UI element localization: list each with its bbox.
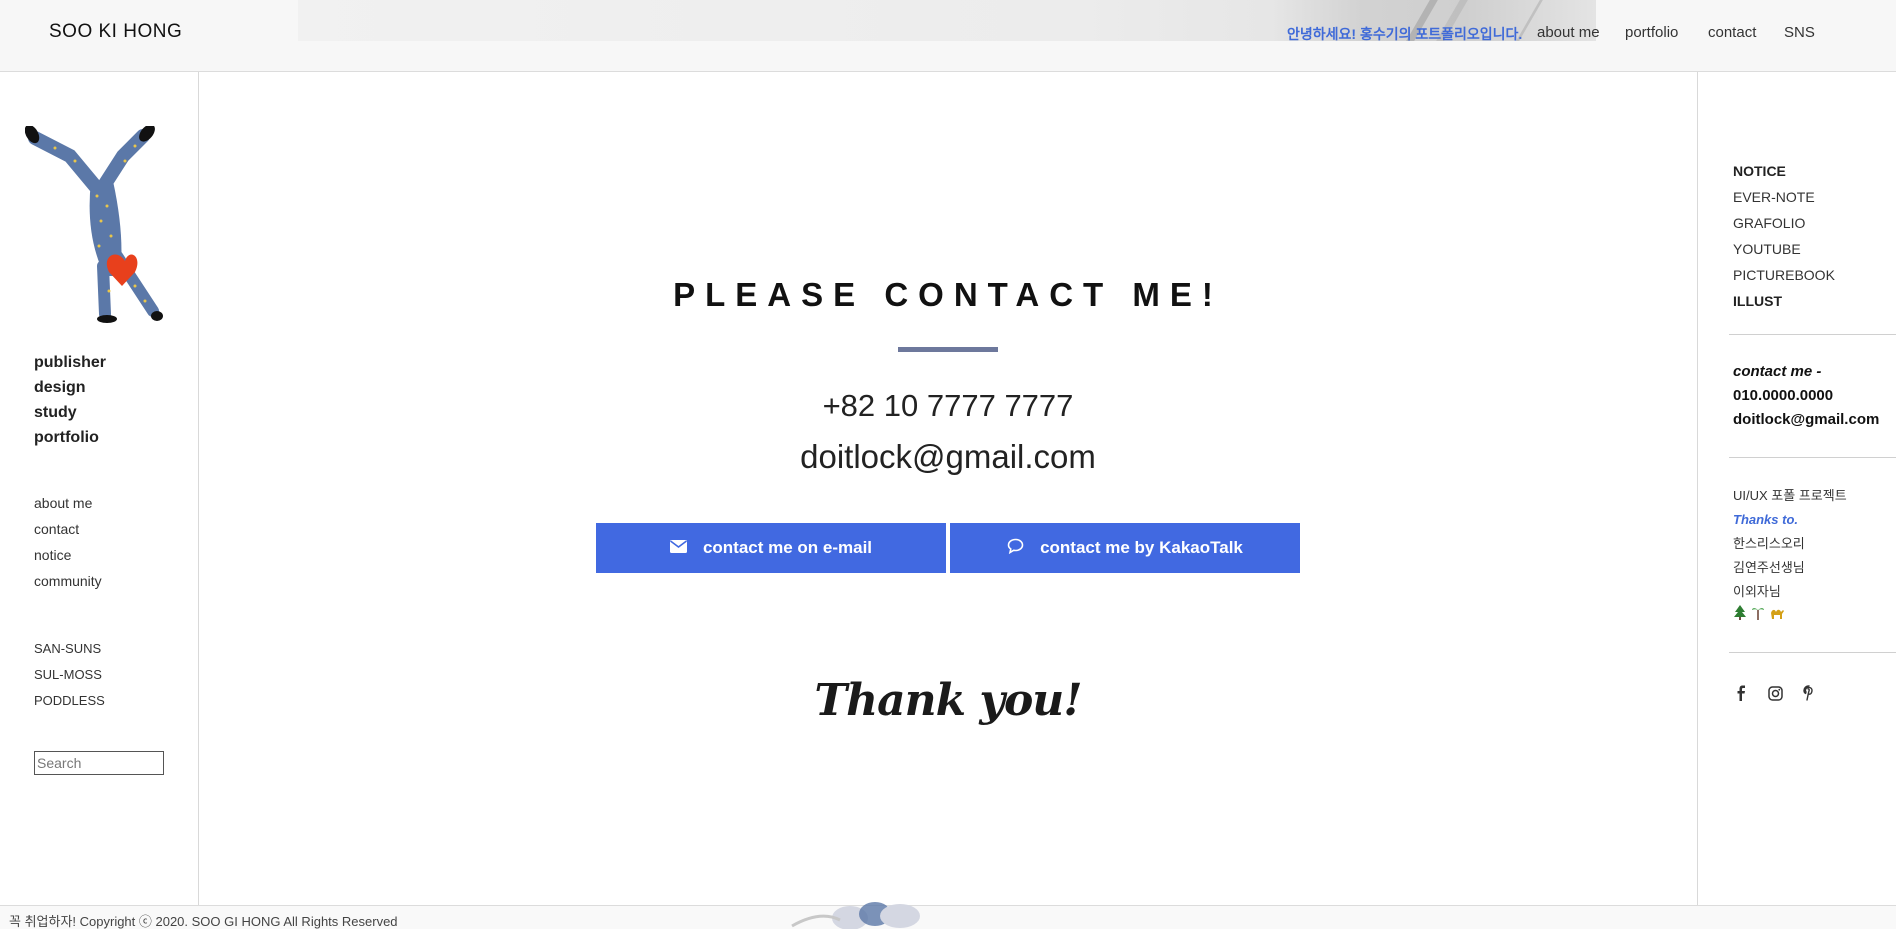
credits-thanks: Thanks to.	[1733, 512, 1799, 527]
tree-icon	[1733, 604, 1747, 628]
contact-phone: 010.0000.0000	[1733, 387, 1834, 404]
link-youtube[interactable]: YOUTUBE	[1733, 236, 1835, 262]
copyright-text: 꼭 취업하자! Copyright ⓒ 2020. SOO GI HONG Al…	[9, 914, 398, 929]
credits-title: UI/UX 포폴 프로젝트	[1733, 488, 1847, 503]
category-portfolio[interactable]: portfolio	[34, 425, 106, 450]
title-underline	[898, 347, 998, 352]
link-grafolio[interactable]: GRAFOLIO	[1733, 210, 1835, 236]
facebook-icon[interactable]	[1733, 684, 1749, 702]
credits-name: 김연주선생님	[1733, 560, 1805, 575]
credits-name: 한스리스오리	[1733, 536, 1805, 551]
link-ever-note[interactable]: EVER-NOTE	[1733, 184, 1835, 210]
project-sul-moss[interactable]: SUL-MOSS	[34, 662, 105, 688]
contact-email-label: contact me on e-mail	[702, 538, 873, 557]
right-sidebar: NOTICE EVER-NOTE GRAFOLIO YOUTUBE PICTUR…	[1697, 72, 1896, 905]
site-logo[interactable]: SOO KI HONG	[49, 21, 182, 43]
sidebar-menu: about me contact notice community	[34, 490, 102, 594]
divider	[1729, 652, 1896, 653]
link-list: NOTICE EVER-NOTE GRAFOLIO YOUTUBE PICTUR…	[1733, 158, 1835, 314]
camel-icon	[1769, 604, 1785, 628]
category-list: publisher design study portfolio	[34, 350, 106, 450]
nav-contact[interactable]: contact	[1708, 24, 1756, 41]
nav-sns[interactable]: SNS	[1784, 24, 1815, 41]
thank-you-text: Thank you!	[814, 675, 1082, 726]
greeting-text: 안녕하세요! 홍수기의 포트폴리오입니다.	[1287, 26, 1523, 42]
contact-email-button[interactable]: contact me on e-mail	[596, 523, 946, 573]
contact-kakao-button[interactable]: contact me by KakaoTalk	[950, 523, 1300, 573]
palm-icon	[1751, 604, 1765, 628]
phone-number: +82 10 7777 7777	[822, 388, 1074, 423]
envelope-icon	[669, 538, 687, 558]
project-poddless[interactable]: PODDLESS	[34, 688, 105, 714]
sidebar-item-notice[interactable]: notice	[34, 542, 102, 568]
category-publisher[interactable]: publisher	[34, 350, 106, 375]
contact-info: contact me - 010.0000.0000 doitlock@gmai…	[1733, 360, 1879, 432]
main-content: PLEASE CONTACT ME! +82 10 7777 7777 doit…	[200, 72, 1696, 905]
credits: UI/UX 포폴 프로젝트 Thanks to. 한스리스오리 김연주선생님 이…	[1733, 484, 1847, 628]
sidebar-item-about-me[interactable]: about me	[34, 490, 102, 516]
left-sidebar: publisher design study portfolio about m…	[0, 72, 199, 905]
link-notice[interactable]: NOTICE	[1733, 158, 1835, 184]
project-san-suns[interactable]: SAN-SUNS	[34, 636, 105, 662]
site-header: SOO KI HONG 안녕하세요! 홍수기의 포트폴리오입니다. about …	[0, 0, 1896, 72]
link-illust[interactable]: ILLUST	[1733, 288, 1835, 314]
email-address[interactable]: doitlock@gmail.com	[200, 438, 1696, 476]
contact-kakao-label: contact me by KakaoTalk	[1040, 538, 1243, 557]
emoji-row	[1733, 604, 1847, 628]
nav-portfolio[interactable]: portfolio	[1625, 24, 1678, 41]
pinterest-icon[interactable]	[1801, 684, 1817, 702]
search-input[interactable]	[34, 751, 164, 775]
contact-email[interactable]: doitlock@gmail.com	[1733, 408, 1879, 432]
sidebar-item-contact[interactable]: contact	[34, 516, 102, 542]
contact-label: contact me -	[1733, 363, 1822, 380]
site-footer: 꼭 취업하자! Copyright ⓒ 2020. SOO GI HONG Al…	[0, 902, 1896, 929]
cartwheel-person-illustration	[25, 126, 163, 323]
credits-name: 이외자님	[1733, 584, 1781, 599]
speech-bubble-icon	[1007, 538, 1024, 559]
sidebar-item-community[interactable]: community	[34, 568, 102, 594]
category-study[interactable]: study	[34, 400, 106, 425]
divider	[1729, 457, 1896, 458]
footer-illustration	[791, 902, 920, 929]
social-links	[1733, 684, 1817, 702]
instagram-icon[interactable]	[1767, 684, 1783, 702]
page-title: PLEASE CONTACT ME!	[673, 276, 1223, 313]
nav-about-me[interactable]: about me	[1537, 24, 1600, 41]
link-picturebook[interactable]: PICTUREBOOK	[1733, 262, 1835, 288]
project-list: SAN-SUNS SUL-MOSS PODDLESS	[34, 636, 105, 714]
category-design[interactable]: design	[34, 375, 106, 400]
divider	[1729, 334, 1896, 335]
